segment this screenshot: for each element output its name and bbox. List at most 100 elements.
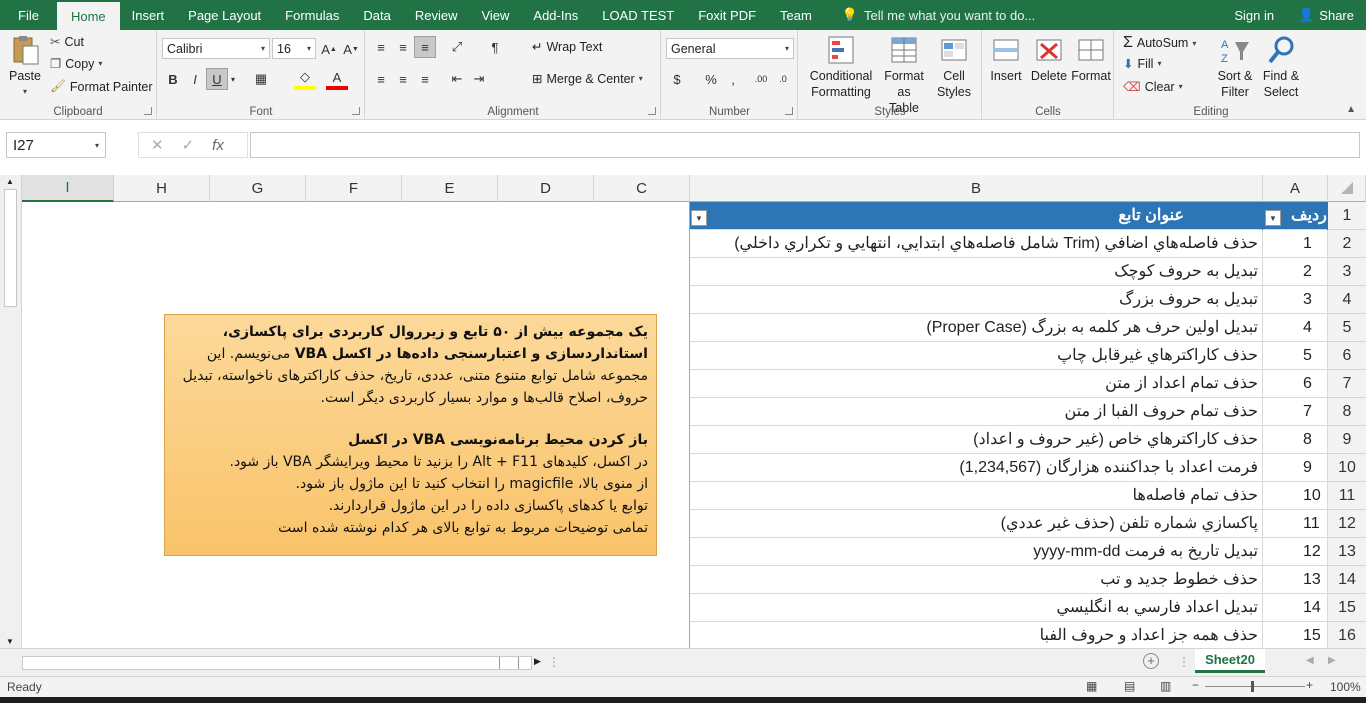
orientation-icon[interactable]: ⤢: [446, 36, 468, 58]
column-header-e[interactable]: E: [402, 175, 498, 202]
delete-cells-button[interactable]: Delete: [1029, 34, 1069, 84]
sheet-nav-right-icon[interactable]: ▶: [1328, 655, 1336, 666]
cell-function-title[interactable]: حذف كاراكترهاي غيرقابل چاپ: [690, 342, 1263, 370]
cell-function-title[interactable]: حذف همه جز اعداد و حروف الفبا: [690, 622, 1263, 650]
tab-foxit-pdf[interactable]: Foxit PDF: [686, 0, 768, 30]
row-header[interactable]: 10: [1328, 454, 1366, 482]
insert-cells-button[interactable]: Insert: [987, 34, 1025, 84]
tab-file[interactable]: File: [0, 0, 57, 30]
cell-function-title[interactable]: حذف تمام حروف الفبا از متن: [690, 398, 1263, 426]
page-break-view-icon[interactable]: ▥: [1160, 679, 1171, 693]
cell-function-title[interactable]: تبديل اعداد فارسي به انگليسي: [690, 594, 1263, 622]
clipboard-launcher-icon[interactable]: [144, 107, 152, 115]
tell-me-box[interactable]: 💡 Tell me what you want to do...: [824, 0, 1035, 30]
zoom-slider-thumb[interactable]: [1251, 681, 1254, 692]
cell-index[interactable]: 9: [1263, 454, 1328, 482]
cell-index[interactable]: 7: [1263, 398, 1328, 426]
conditional-formatting-button[interactable]: Conditional Formatting: [803, 34, 879, 100]
tab-data[interactable]: Data: [351, 0, 402, 30]
hscroll-right-icon[interactable]: ▶: [534, 656, 541, 667]
number-launcher-icon[interactable]: [785, 107, 793, 115]
column-header-c[interactable]: C: [594, 175, 690, 202]
tab-formulas[interactable]: Formulas: [273, 0, 351, 30]
cell-function-title[interactable]: پاكسازي شماره تلفن (حذف غير عددي): [690, 510, 1263, 538]
column-header-f[interactable]: F: [306, 175, 402, 202]
format-as-table-button[interactable]: Format as Table: [879, 34, 929, 116]
row-header[interactable]: 7: [1328, 370, 1366, 398]
tab-team[interactable]: Team: [768, 0, 824, 30]
row-header[interactable]: 6: [1328, 342, 1366, 370]
column-header-i[interactable]: I: [22, 175, 114, 202]
cell-function-title[interactable]: تبدیل اولین حرف هر کلمه به بزرگ (Proper …: [690, 314, 1263, 342]
row-header[interactable]: 12: [1328, 510, 1366, 538]
row-header[interactable]: 8: [1328, 398, 1366, 426]
row-header[interactable]: 15: [1328, 594, 1366, 622]
scroll-down-icon[interactable]: ▼: [6, 637, 14, 646]
cell-function-title[interactable]: حذف كاراكترهاي خاص (غير حروف و اعداد): [690, 426, 1263, 454]
tab-home[interactable]: Home: [56, 2, 120, 30]
cell-function-title[interactable]: حذف تمام فاصله‌ها: [690, 482, 1263, 510]
currency-icon[interactable]: $: [666, 68, 688, 90]
font-launcher-icon[interactable]: [352, 107, 360, 115]
cell-index[interactable]: 4: [1263, 314, 1328, 342]
row-header[interactable]: 3: [1328, 258, 1366, 286]
italic-button[interactable]: I: [184, 68, 206, 90]
borders-icon[interactable]: ▦: [250, 68, 272, 90]
cell-index[interactable]: 1: [1263, 230, 1328, 258]
zoom-level[interactable]: 100%: [1330, 680, 1361, 694]
tab-page-layout[interactable]: Page Layout: [176, 0, 273, 30]
increase-font-button[interactable]: A ▲: [318, 38, 340, 60]
font-size-select[interactable]: 16 ▾: [272, 38, 316, 59]
scroll-up-icon[interactable]: ▲: [6, 177, 14, 186]
cell-function-title[interactable]: حذف خطوط جديد و تب: [690, 566, 1263, 594]
cell-index[interactable]: 15: [1263, 622, 1328, 650]
clear-button[interactable]: ⌫ Clear ▾: [1123, 79, 1183, 95]
filter-dropdown-icon[interactable]: ▼: [691, 210, 707, 226]
decrease-indent-icon[interactable]: ⇤: [446, 68, 468, 90]
column-header-h[interactable]: H: [114, 175, 210, 202]
collapse-ribbon-icon[interactable]: ▲: [1346, 104, 1356, 115]
zoom-out-icon[interactable]: −: [1192, 678, 1199, 692]
cell-index[interactable]: 6: [1263, 370, 1328, 398]
tab-options-icon[interactable]: ⋮: [1178, 655, 1190, 669]
column-header-d[interactable]: D: [498, 175, 594, 202]
find-select-button[interactable]: Find & Select: [1259, 34, 1303, 100]
align-center-icon[interactable]: ≡: [392, 68, 414, 90]
font-name-select[interactable]: Calibri ▾: [162, 38, 270, 59]
cut-button[interactable]: ✂ Cut: [50, 34, 84, 50]
row-header[interactable]: 5: [1328, 314, 1366, 342]
horizontal-scrollbar[interactable]: [22, 656, 532, 670]
filter-dropdown-icon[interactable]: ▼: [1265, 210, 1281, 226]
split-handle-icon[interactable]: ⋮: [548, 655, 560, 669]
comma-style-icon[interactable]: ,: [722, 68, 744, 90]
cell-index[interactable]: 13: [1263, 566, 1328, 594]
hscroll-thumb[interactable]: [499, 657, 519, 669]
cell-function-title[interactable]: حذف تمام اعداد از متن: [690, 370, 1263, 398]
column-header-a[interactable]: A: [1263, 175, 1328, 202]
cell-function-title[interactable]: فرمت اعداد با جداكننده هزارگان (1,234,56…: [690, 454, 1263, 482]
sheet-tab-sheet20[interactable]: Sheet20: [1195, 649, 1265, 673]
cell-function-title[interactable]: حذف فاصله‌هاي اضافي (Trim شامل فاصله‌هاي…: [690, 230, 1263, 258]
fill-button[interactable]: ⬇ Fill ▾: [1123, 56, 1161, 72]
fill-color-icon[interactable]: ◇: [294, 68, 316, 90]
tab-insert[interactable]: Insert: [120, 0, 177, 30]
align-middle-icon[interactable]: ≡: [392, 36, 414, 58]
select-all-corner[interactable]: [1328, 175, 1366, 202]
percent-icon[interactable]: %: [700, 68, 722, 90]
decrease-font-button[interactable]: A ▼: [340, 38, 362, 60]
row-header[interactable]: 16: [1328, 622, 1366, 650]
align-left-icon[interactable]: ≡: [370, 68, 392, 90]
cell-index[interactable]: 10: [1263, 482, 1328, 510]
cell-index[interactable]: 2: [1263, 258, 1328, 286]
cell-function-title[interactable]: تبديل تاريخ به فرمت yyyy-mm-dd: [690, 538, 1263, 566]
row-header[interactable]: 1: [1328, 202, 1366, 230]
enter-icon[interactable]: ✓: [182, 136, 195, 154]
cell-styles-button[interactable]: Cell Styles: [931, 34, 977, 100]
row-header[interactable]: 4: [1328, 286, 1366, 314]
cell-index[interactable]: 5: [1263, 342, 1328, 370]
underline-button[interactable]: U: [206, 68, 228, 90]
tab-load-test[interactable]: LOAD TEST: [590, 0, 686, 30]
format-painter-button[interactable]: 🖌 Format Painter: [50, 79, 153, 94]
normal-view-icon[interactable]: ▦: [1086, 679, 1097, 693]
align-bottom-icon[interactable]: ≡: [414, 36, 436, 58]
